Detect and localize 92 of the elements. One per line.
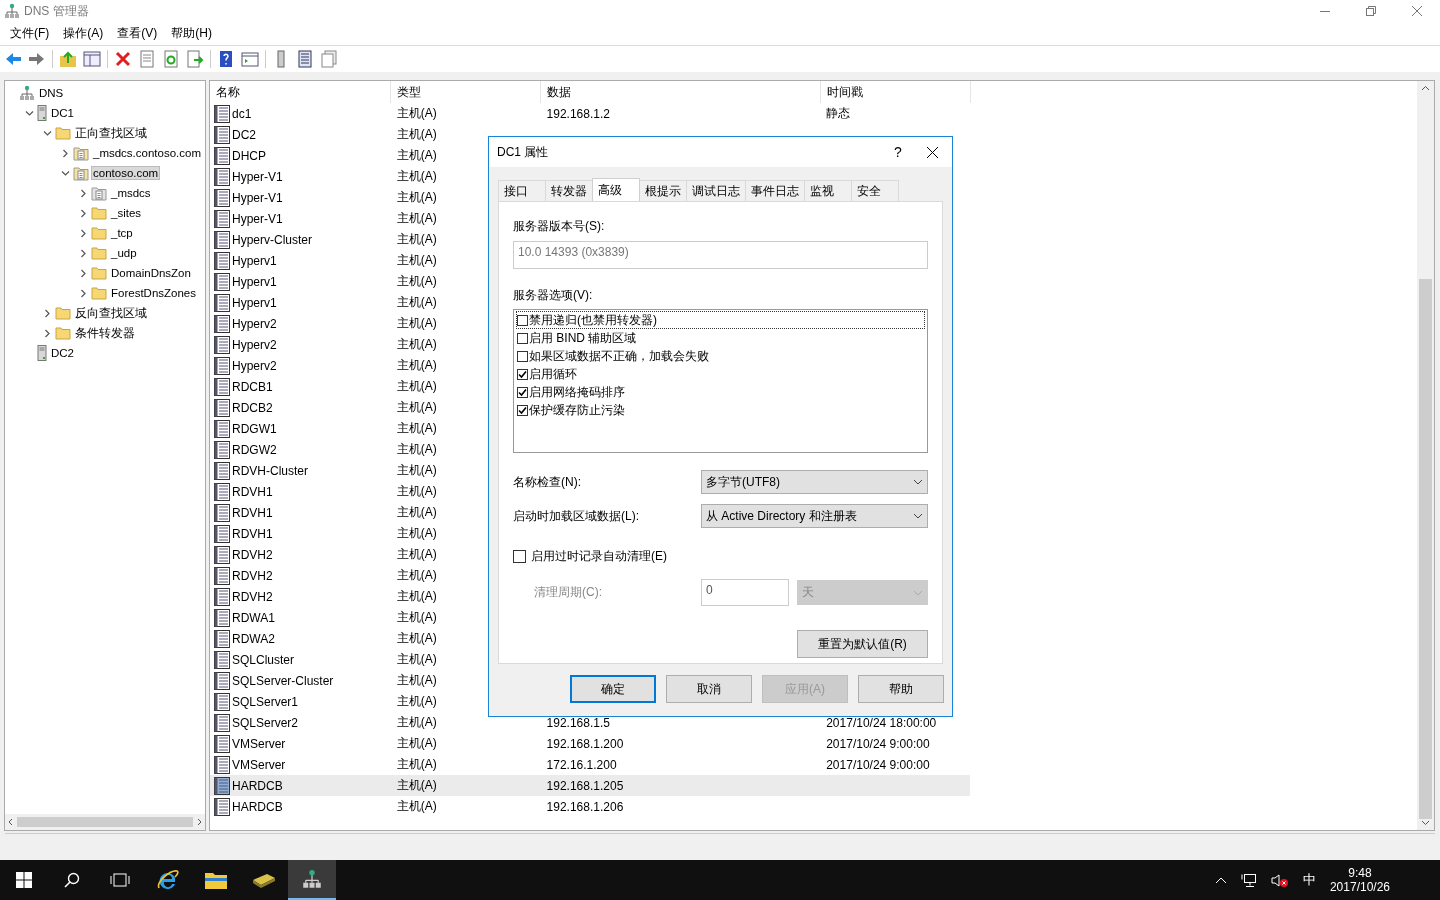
table-cell: VMServer [232,736,286,751]
checkbox-label: 启用过时记录自动清理(E) [531,548,667,565]
table-cell: 主机(A) [396,315,437,332]
option-label: 禁用递归(也禁用转发器) [529,311,657,329]
table-cell: 主机(A) [396,252,437,269]
table-cell: 主机(A) [396,210,437,227]
table-cell: 主机(A) [396,273,437,290]
table-cell: 静态 [826,105,851,122]
table-cell: Hyperv2 [232,358,277,373]
table-cell: 2017/10/24 9:00:00 [826,736,930,751]
table-cell: 主机(A) [396,777,437,794]
table-cell: 主机(A) [396,672,437,689]
table-cell: 192.168.1.206 [546,799,624,814]
table-cell: SQLCluster [232,652,295,667]
table-cell: RDVH1 [232,505,273,520]
table-cell: 2017/10/24 18:00:00 [826,715,937,730]
table-cell: 172.16.1.200 [546,757,617,772]
table-cell: RDVH1 [232,526,273,541]
table-cell: 主机(A) [396,294,437,311]
table-cell: DHCP [232,148,266,163]
table-cell: 主机(A) [396,609,437,626]
table-cell: 主机(A) [396,798,437,815]
table-cell: 主机(A) [396,441,437,458]
table-cell: Hyperv1 [232,274,277,289]
field-label: 清理周期(C): [533,584,603,601]
table-cell: HARDCB [232,799,283,814]
table-cell: HARDCB [232,778,283,793]
table-cell: RDVH2 [232,589,273,604]
table-cell: RDVH-Cluster [232,463,308,478]
table-cell: VMServer [232,757,286,772]
table-cell: RDGW1 [232,421,277,436]
table-cell: 主机(A) [396,714,437,731]
table-cell: 主机(A) [396,147,437,164]
table-cell: 主机(A) [396,378,437,395]
table-cell: Hyperv2 [232,316,277,331]
table-cell: 主机(A) [396,462,437,479]
field-label: 服务器版本号(S): [513,218,606,235]
table-cell: Hyper-V1 [232,211,283,226]
table-cell: 主机(A) [396,735,437,752]
table-cell: Hyper-V1 [232,190,283,205]
table-cell: RDVH1 [232,484,273,499]
table-cell: Hyperv1 [232,253,277,268]
table-cell: 主机(A) [396,756,437,773]
table-cell: 主机(A) [396,231,437,248]
table-cell: SQLServer1 [232,694,299,709]
table-cell: 主机(A) [396,693,437,710]
table-cell: 主机(A) [396,357,437,374]
table-cell: Hyper-V1 [232,169,283,184]
table-cell: Hyperv2 [232,337,277,352]
option-label: 如果区域数据不正确，加载会失败 [529,347,709,365]
table-cell: 主机(A) [396,504,437,521]
table-cell: RDVH2 [232,547,273,562]
table-cell: Hyperv1 [232,295,277,310]
table-cell: SQLServer2 [232,715,299,730]
field-label: 启动时加载区域数据(L): [513,507,640,525]
table-cell: RDWA1 [232,610,275,625]
table-cell: 主机(A) [396,651,437,668]
table-cell: 主机(A) [396,126,437,143]
option-label: 保护缓存防止污染 [529,401,625,419]
table-cell: RDWA2 [232,631,275,646]
table-cell: RDCB2 [232,400,273,415]
table-cell: 192.168.1.2 [546,106,610,121]
table-cell: 主机(A) [396,336,437,353]
table-cell: 主机(A) [396,588,437,605]
table-cell: dc1 [232,106,252,121]
table-cell: 主机(A) [396,189,437,206]
table-cell: 主机(A) [396,546,437,563]
table-cell: 192.168.1.5 [546,715,610,730]
table-cell: 192.168.1.205 [546,778,624,793]
table-cell: 主机(A) [396,168,437,185]
window-title: DNS 管理器 [24,2,89,20]
table-cell: 主机(A) [396,567,437,584]
table-cell: 2017/10/24 9:00:00 [826,757,930,772]
option-label: 启用网络掩码排序 [529,383,625,401]
table-cell: RDVH2 [232,568,273,583]
table-cell: 主机(A) [396,420,437,437]
table-cell: 主机(A) [396,105,437,122]
field-label: 名称检查(N): [513,473,582,491]
table-cell: 主机(A) [396,525,437,542]
table-cell: 主机(A) [396,483,437,500]
table-cell: DC2 [232,127,256,142]
table-cell: 主机(A) [396,399,437,416]
field-label: 服务器选项(V): [513,287,594,304]
table-cell: 主机(A) [396,630,437,647]
table-cell: Hyperv-Cluster [232,232,312,247]
table-cell: SQLServer-Cluster [232,673,334,688]
dialog-title: DC1 属性 [497,143,550,161]
table-cell: 192.168.1.200 [546,736,624,751]
option-label: 启用 BIND 辅助区域 [529,329,637,347]
table-cell: RDGW2 [232,442,277,457]
table-cell: RDCB1 [232,379,273,394]
option-label: 启用循环 [529,365,577,383]
